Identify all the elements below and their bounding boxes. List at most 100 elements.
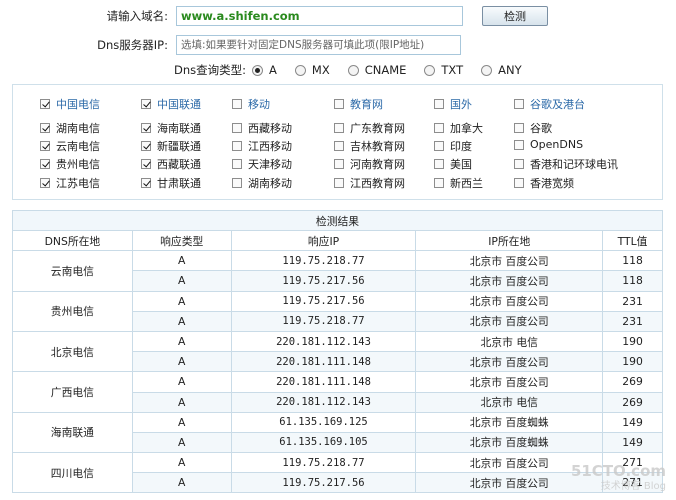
isp-option[interactable]: 谷歌 — [514, 120, 552, 136]
query-type-txt[interactable]: TXT — [424, 63, 463, 77]
checkbox[interactable] — [232, 99, 242, 109]
isp-option[interactable]: 吉林教育网 — [334, 138, 405, 154]
isp-option-label: 印度 — [450, 140, 472, 153]
isp-option[interactable]: OpenDNS — [514, 138, 583, 151]
isp-option[interactable]: 江西教育网 — [334, 175, 405, 191]
checkbox[interactable] — [40, 141, 50, 151]
checkbox[interactable] — [434, 178, 444, 188]
query-type-mx[interactable]: MX — [294, 63, 330, 77]
results-header-1: 响应类型 — [131, 229, 232, 252]
checkbox[interactable] — [40, 159, 50, 169]
dns-server-row: Dns服务器IP: 选填:如果要针对固定DNS服务器可填此项(限IP地址) — [0, 35, 461, 55]
checkbox[interactable] — [232, 178, 242, 188]
checkbox[interactable] — [141, 178, 151, 188]
checkbox[interactable] — [514, 123, 524, 133]
table-row: 北京电信 A 220.181.112.143 北京市 电信 190 — [12, 330, 663, 373]
isp-option[interactable]: 新西兰 — [434, 175, 483, 191]
isp-option[interactable]: 湖南移动 — [232, 175, 292, 191]
isp-option[interactable]: 印度 — [434, 138, 472, 154]
check-button[interactable]: 检测 — [482, 6, 548, 26]
isp-option[interactable]: 江西移动 — [232, 138, 292, 154]
checkbox[interactable] — [434, 123, 444, 133]
isp-option-label: 香港宽频 — [530, 177, 574, 190]
response-ip-cell: 119.75.218.77 — [230, 310, 417, 332]
isp-option-label: 江西移动 — [248, 140, 292, 153]
isp-option-label: 江西教育网 — [350, 177, 405, 190]
checkbox[interactable] — [232, 123, 242, 133]
query-type-options: A MX CNAME TXT ANY — [252, 63, 540, 77]
checkbox[interactable] — [334, 159, 344, 169]
checkbox[interactable] — [434, 159, 444, 169]
ttl-cell: 231 — [602, 290, 663, 312]
isp-option[interactable]: 加拿大 — [434, 120, 483, 136]
isp-group-0[interactable]: 中国电信 — [40, 96, 100, 112]
isp-option[interactable]: 湖南电信 — [40, 120, 100, 136]
ip-location-cell: 北京市 百度公司 — [415, 270, 604, 292]
isp-option[interactable]: 香港和记环球电讯 — [514, 156, 618, 172]
isp-option[interactable]: 西藏移动 — [232, 120, 292, 136]
query-type-a[interactable]: A — [252, 63, 277, 77]
isp-option[interactable]: 香港宽频 — [514, 175, 574, 191]
ttl-cell: 231 — [602, 310, 663, 332]
checkbox[interactable] — [434, 141, 444, 151]
query-type-any[interactable]: ANY — [481, 63, 522, 77]
checkbox[interactable] — [334, 141, 344, 151]
isp-option-label: 美国 — [450, 158, 472, 171]
isp-option-label: 谷歌 — [530, 122, 552, 135]
isp-group-2[interactable]: 移动 — [232, 96, 270, 112]
isp-option-label: 西藏联通 — [157, 158, 201, 171]
isp-option-label: 教育网 — [350, 98, 383, 111]
radio-dot[interactable] — [294, 64, 306, 76]
query-type-cname[interactable]: CNAME — [347, 63, 406, 77]
checkbox[interactable] — [40, 178, 50, 188]
isp-option[interactable]: 贵州电信 — [40, 156, 100, 172]
isp-group-1[interactable]: 中国联通 — [141, 96, 201, 112]
query-type-label-txt: TXT — [441, 63, 464, 77]
radio-dot[interactable] — [424, 64, 436, 76]
isp-group-4[interactable]: 国外 — [434, 96, 472, 112]
ip-location-cell: 北京市 百度公司 — [415, 351, 604, 373]
checkbox[interactable] — [40, 99, 50, 109]
checkbox[interactable] — [40, 123, 50, 133]
isp-option[interactable]: 甘肃联通 — [141, 175, 201, 191]
checkbox[interactable] — [232, 159, 242, 169]
isp-option-label: 广东教育网 — [350, 122, 405, 135]
results-header-0: DNS所在地 — [12, 229, 133, 252]
checkbox[interactable] — [514, 178, 524, 188]
radio-dot[interactable] — [252, 64, 264, 76]
dns-server-input[interactable]: 选填:如果要针对固定DNS服务器可填此项(限IP地址) — [176, 35, 461, 55]
checkbox[interactable] — [141, 99, 151, 109]
domain-input[interactable]: www.a.shifen.com — [176, 6, 463, 26]
isp-option[interactable]: 江苏电信 — [40, 175, 100, 191]
checkbox[interactable] — [334, 178, 344, 188]
checkbox[interactable] — [514, 99, 524, 109]
isp-group-5[interactable]: 谷歌及港台 — [514, 96, 585, 112]
checkbox[interactable] — [141, 123, 151, 133]
isp-option[interactable]: 美国 — [434, 156, 472, 172]
isp-option[interactable]: 西藏联通 — [141, 156, 201, 172]
isp-option-label: 海南联通 — [157, 122, 201, 135]
radio-dot[interactable] — [347, 64, 359, 76]
dns-server-label: Dns服务器IP: — [97, 38, 168, 52]
checkbox[interactable] — [141, 141, 151, 151]
isp-option-label: 国外 — [450, 98, 472, 111]
checkbox[interactable] — [141, 159, 151, 169]
checkbox[interactable] — [434, 99, 444, 109]
results-header-3: IP所在地 — [415, 229, 604, 252]
isp-option[interactable]: 新疆联通 — [141, 138, 201, 154]
isp-option[interactable]: 河南教育网 — [334, 156, 405, 172]
isp-option[interactable]: 云南电信 — [40, 138, 100, 154]
checkbox[interactable] — [334, 123, 344, 133]
checkbox[interactable] — [514, 139, 524, 150]
ip-location-cell: 北京市 电信 — [415, 330, 604, 353]
isp-option[interactable]: 天津移动 — [232, 156, 292, 172]
isp-group-3[interactable]: 教育网 — [334, 96, 383, 112]
query-type-label: Dns查询类型: — [174, 63, 247, 77]
checkbox[interactable] — [514, 159, 524, 169]
checkbox[interactable] — [334, 99, 344, 109]
isp-option[interactable]: 广东教育网 — [334, 120, 405, 136]
isp-option[interactable]: 海南联通 — [141, 120, 201, 136]
checkbox[interactable] — [232, 141, 242, 151]
radio-dot[interactable] — [481, 64, 493, 76]
table-row: 广西电信 A 220.181.111.148 北京市 百度公司 269 — [12, 371, 663, 413]
